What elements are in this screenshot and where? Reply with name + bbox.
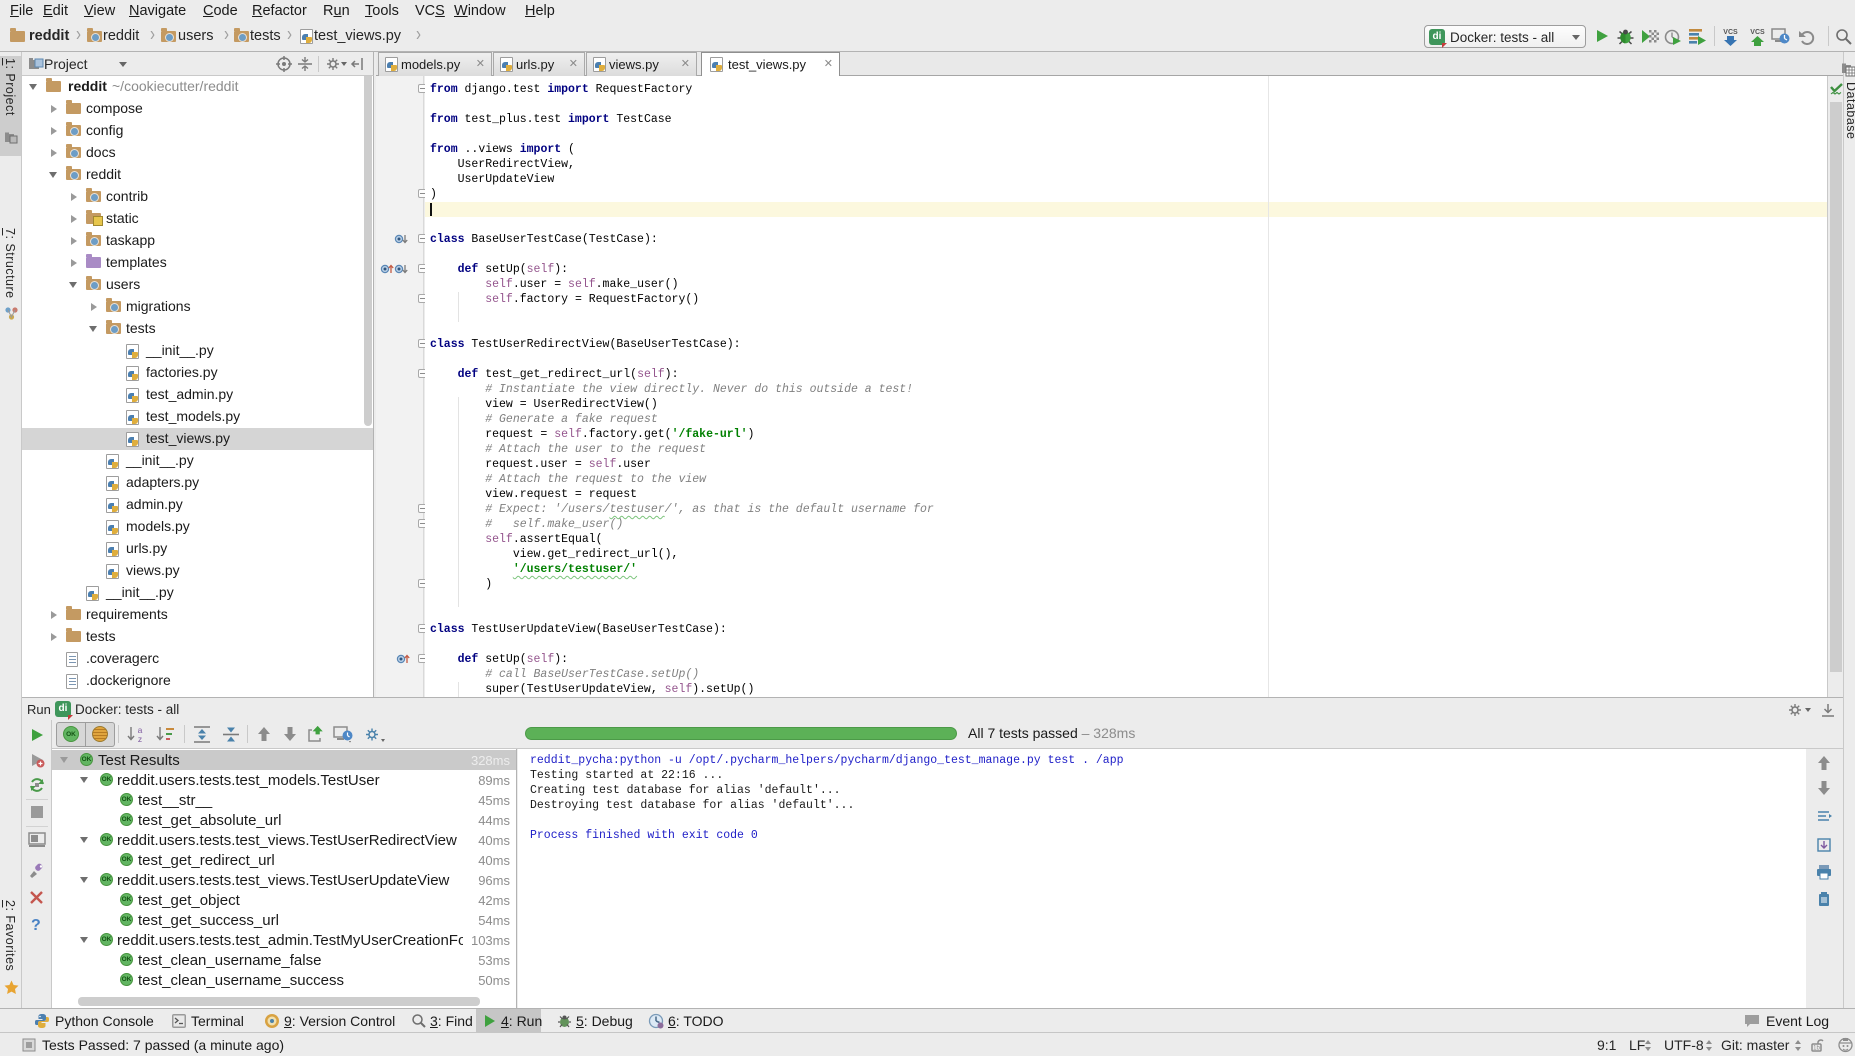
svg-text:VCS: VCS xyxy=(1723,29,1738,36)
svg-text:VCS: VCS xyxy=(1750,29,1765,36)
svg-text:1b: 1b xyxy=(1813,1046,1820,1052)
svg-text:z: z xyxy=(138,734,142,743)
